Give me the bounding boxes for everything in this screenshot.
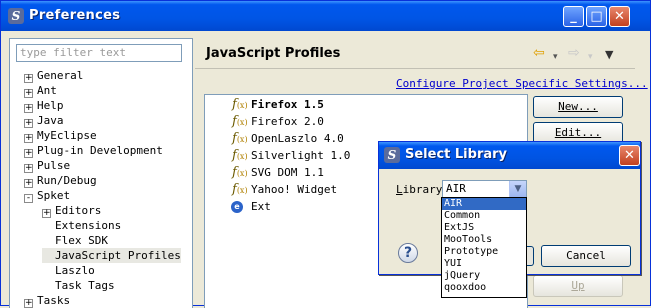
expand-icon[interactable]: + bbox=[24, 89, 33, 98]
profile-item[interactable]: SVG DOM 1.1 bbox=[251, 164, 324, 181]
new-button-label: New... bbox=[558, 100, 598, 113]
sidebar-item-label: Ant bbox=[37, 84, 57, 97]
configure-project-settings-link[interactable]: Configure Project Specific Settings... bbox=[396, 77, 648, 90]
sidebar-item[interactable]: Extensions bbox=[42, 218, 121, 233]
sidebar-item-label: Run/Debug bbox=[37, 174, 97, 187]
view-menu-icon[interactable]: ▼ bbox=[605, 48, 613, 62]
library-option[interactable]: MooTools bbox=[442, 234, 526, 246]
sidebar-item[interactable]: + Plug-in Development bbox=[24, 143, 163, 158]
title-bar[interactable]: S Preferences _ □ ✕ bbox=[1, 1, 650, 31]
header-divider bbox=[195, 68, 635, 69]
library-option[interactable]: qooxdoo bbox=[442, 282, 526, 294]
library-option[interactable]: AIR bbox=[442, 198, 526, 210]
dialog-title: Select Library bbox=[405, 147, 508, 162]
expand-icon[interactable]: + bbox=[24, 299, 33, 308]
minimize-button[interactable]: _ bbox=[563, 6, 584, 27]
help-icon[interactable]: ? bbox=[398, 243, 418, 263]
sidebar-item-label: Laszlo bbox=[55, 264, 95, 277]
expand-icon[interactable]: + bbox=[42, 209, 51, 218]
sidebar-item-label: Spket bbox=[37, 189, 71, 202]
sidebar-item[interactable]: + Editors bbox=[42, 203, 101, 218]
sidebar-item-label: General bbox=[37, 69, 84, 82]
sidebar-item-label: MyEclipse bbox=[37, 129, 97, 142]
library-label: Library bbox=[396, 183, 443, 196]
edit-button-label: Edit... bbox=[554, 126, 602, 139]
dialog-title-bar[interactable]: S Select Library ✕ bbox=[379, 142, 640, 169]
ok-button[interactable] bbox=[526, 246, 534, 266]
dialog-app-icon: S bbox=[384, 147, 400, 163]
sidebar-item[interactable]: + General bbox=[24, 68, 83, 83]
collapse-icon[interactable]: - bbox=[24, 194, 33, 203]
profile-item[interactable]: Silverlight 1.0 bbox=[251, 147, 350, 164]
sidebar-item[interactable]: + Help bbox=[24, 98, 64, 113]
expand-icon[interactable]: + bbox=[24, 149, 33, 158]
close-button[interactable]: ✕ bbox=[609, 6, 630, 27]
sidebar-item[interactable]: JavaScript Profiles bbox=[42, 248, 181, 263]
expand-icon[interactable]: + bbox=[24, 179, 33, 188]
sidebar-item-label: Tasks bbox=[37, 294, 71, 307]
preferences-tree-panel: type filter text + General + Ant + Help + Java +… bbox=[9, 38, 193, 308]
sidebar-item-label: Pulse bbox=[37, 159, 71, 172]
profile-item[interactable]: Firefox 1.5 bbox=[251, 96, 324, 113]
sidebar-item-label: Java bbox=[37, 114, 64, 127]
sidebar-item[interactable]: + Run/Debug bbox=[24, 173, 97, 188]
maximize-button[interactable]: □ bbox=[586, 6, 607, 27]
sidebar-item[interactable]: + Ant bbox=[24, 83, 57, 98]
sidebar-item-label: Editors bbox=[55, 204, 102, 217]
forward-arrow-icon[interactable]: ⇨ bbox=[568, 46, 580, 60]
sidebar-item[interactable]: Laszlo bbox=[42, 263, 95, 278]
sidebar-item[interactable]: Task Tags bbox=[42, 278, 115, 293]
profile-item[interactable]: Firefox 2.0 bbox=[251, 113, 324, 130]
library-option[interactable]: jQuery bbox=[442, 270, 526, 282]
sidebar-item-label: Flex SDK bbox=[55, 234, 108, 247]
filter-input[interactable]: type filter text bbox=[16, 44, 182, 62]
back-arrow-icon[interactable]: ⇦ bbox=[533, 46, 545, 60]
expand-icon[interactable]: + bbox=[24, 119, 33, 128]
forward-dropdown-icon[interactable]: ▾ bbox=[588, 50, 593, 64]
profile-item[interactable]: OpenLaszlo 4.0 bbox=[251, 130, 344, 147]
up-button-label: Up bbox=[571, 279, 585, 292]
library-dropdown-list: AIR Common ExtJS MooTools Prototype YUI jQuery… bbox=[441, 197, 527, 298]
sidebar-item-label: JavaScript Profiles bbox=[55, 249, 181, 262]
sidebar-item[interactable]: - Spket bbox=[24, 188, 70, 203]
cancel-button[interactable]: Cancel bbox=[541, 245, 631, 267]
new-button[interactable]: New... bbox=[533, 96, 623, 118]
sidebar-item[interactable]: + Java bbox=[24, 113, 64, 128]
expand-icon[interactable]: + bbox=[24, 74, 33, 83]
sidebar-item-label: Help bbox=[37, 99, 64, 112]
library-select[interactable]: AIR ▼ bbox=[442, 180, 527, 198]
library-label-rest: ibrary bbox=[402, 183, 443, 196]
dialog-close-button[interactable]: ✕ bbox=[619, 145, 640, 166]
expand-icon[interactable]: + bbox=[24, 134, 33, 143]
up-button[interactable]: Up bbox=[533, 275, 623, 297]
window-title: Preferences bbox=[29, 8, 121, 23]
sidebar-item-label: Task Tags bbox=[55, 279, 115, 292]
back-dropdown-icon[interactable]: ▾ bbox=[553, 50, 558, 64]
chevron-down-icon[interactable]: ▼ bbox=[509, 181, 526, 197]
library-select-value: AIR bbox=[446, 182, 466, 195]
app-icon: S bbox=[8, 8, 24, 24]
library-option[interactable]: YUI bbox=[442, 258, 526, 270]
profile-item[interactable]: Yahoo! Widget bbox=[251, 181, 337, 198]
sidebar-item[interactable]: + MyEclipse bbox=[24, 128, 97, 143]
profile-item[interactable]: Ext bbox=[251, 198, 271, 215]
library-option[interactable]: Prototype bbox=[442, 246, 526, 258]
sidebar-item-label: Extensions bbox=[55, 219, 122, 232]
sidebar-item[interactable]: + Pulse bbox=[24, 158, 70, 173]
library-option[interactable]: ExtJS bbox=[442, 222, 526, 234]
expand-icon[interactable]: + bbox=[24, 164, 33, 173]
sidebar-item[interactable]: Flex SDK bbox=[42, 233, 108, 248]
expand-icon[interactable]: + bbox=[24, 104, 33, 113]
extension-icon: e bbox=[231, 201, 243, 213]
library-option[interactable]: Common bbox=[442, 210, 526, 222]
sidebar-item-label: Plug-in Development bbox=[37, 144, 163, 157]
page-title: JavaScript Profiles bbox=[206, 46, 341, 61]
